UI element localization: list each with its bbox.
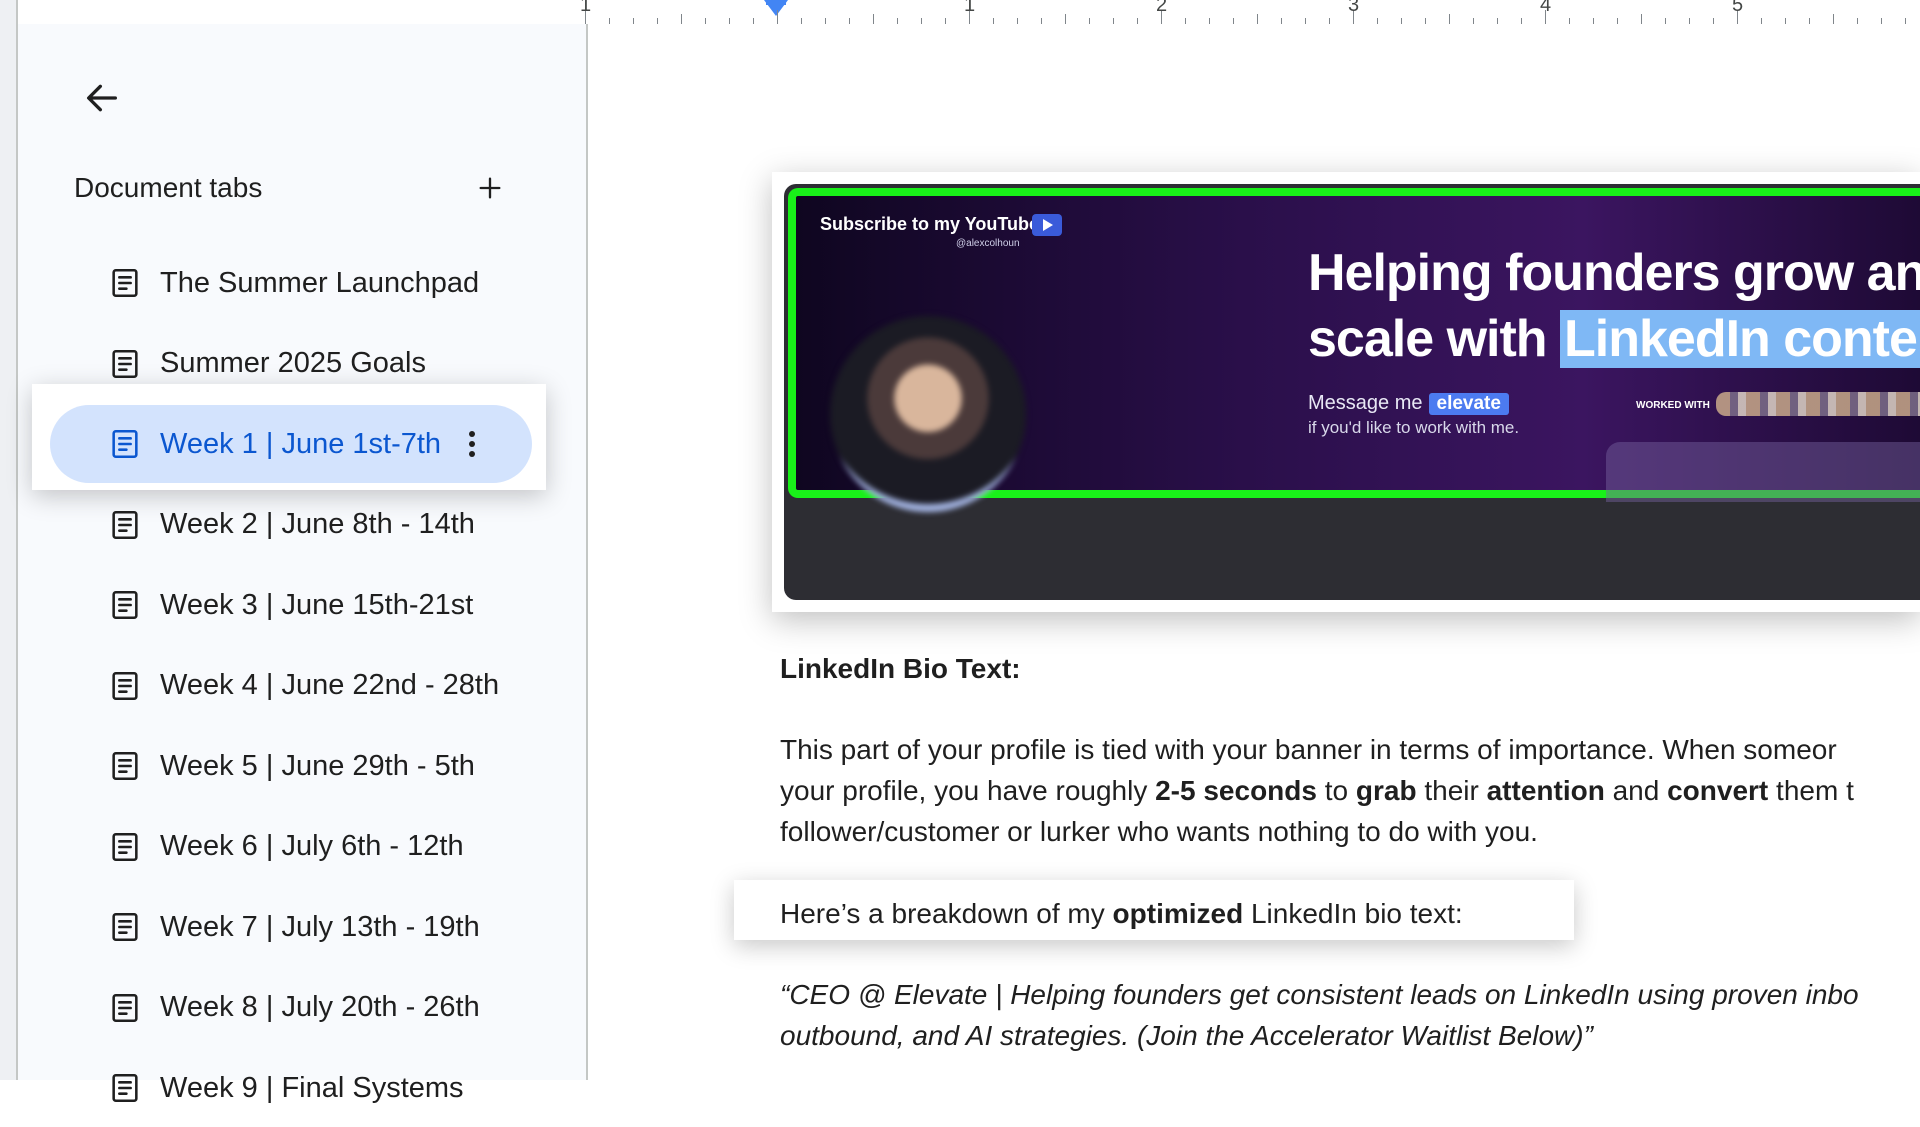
- tab-label: Week 6 | July 6th - 12th: [160, 830, 464, 862]
- tab-label: Summer 2025 Goals: [160, 347, 426, 379]
- document-icon: [112, 751, 138, 781]
- text-run-bold: optimized: [1112, 898, 1244, 929]
- ruler-tick: [681, 14, 682, 24]
- window-edge: [0, 0, 18, 1080]
- section-heading[interactable]: LinkedIn Bio Text:: [780, 648, 1021, 689]
- banner-subscribe-text: Subscribe to my YouTube: [820, 214, 1040, 234]
- tab-item-4[interactable]: Week 2 | June 8th - 14th: [50, 486, 538, 564]
- tab-label: Week 5 | June 29th - 5th: [160, 749, 475, 782]
- document-icon: [112, 671, 138, 700]
- tab-item-1[interactable]: The Summer Launchpad: [50, 244, 538, 322]
- banner-headline-line2-a: scale with: [1308, 310, 1560, 368]
- banner-image-frame[interactable]: Subscribe to my YouTube @alexcolhoun Hel…: [772, 172, 1920, 612]
- banner-message: Message me elevate: [1308, 392, 1509, 415]
- linkedin-banner-image: Subscribe to my YouTube @alexcolhoun Hel…: [784, 184, 1920, 600]
- text-run-bold: 2-5 seconds: [1155, 775, 1317, 806]
- horizontal-ruler[interactable]: 1 1 2 3 4 5: [580, 0, 1920, 25]
- tab-item-3[interactable]: Week 1 | June 1st-7th: [50, 405, 532, 483]
- text-run: Here’s a breakdown of my: [780, 898, 1113, 929]
- indent-marker[interactable]: [764, 0, 788, 16]
- plus-icon: [479, 177, 501, 199]
- ruler-number: 4: [1540, 0, 1552, 16]
- document-icon: [112, 590, 138, 620]
- client-avatars-strip: [1716, 392, 1920, 416]
- banner-headline-highlight: LinkedIn conte: [1560, 310, 1920, 368]
- document-icon: [112, 429, 138, 459]
- tab-label: The Summer Launchpad: [160, 266, 480, 299]
- elevate-logo: elevate: [1428, 393, 1509, 415]
- tab-item-6[interactable]: Week 4 | June 22nd - 28th: [50, 647, 538, 725]
- banner-worked-with: WORKED WITH: [1636, 400, 1710, 411]
- ruler-number: 3: [1348, 0, 1360, 16]
- tab-item-7[interactable]: Week 5 | June 29th - 5th: [50, 727, 538, 805]
- text-run: their: [1416, 775, 1487, 806]
- ruler-number: 1: [580, 0, 592, 16]
- tab-label: Week 7 | July 13th - 19th: [160, 910, 480, 943]
- text-run: LinkedIn bio text:: [1243, 898, 1463, 929]
- text-run-bold: grab: [1355, 775, 1417, 806]
- back-button[interactable]: [66, 62, 138, 134]
- ruler-number: 1: [964, 0, 976, 16]
- profile-avatar: [830, 316, 1026, 512]
- banner-handle: @alexcolhoun: [956, 238, 1020, 249]
- tab-label: Week 4 | June 22nd - 28th: [160, 669, 500, 701]
- partner-logos-panel: [1606, 442, 1920, 502]
- youtube-icon: [1032, 214, 1062, 236]
- tab-label: Week 3 | June 15th-21st: [160, 588, 474, 621]
- document-tabs-sidebar: Document tabs The Summer Launchpad Summer…: [18, 24, 588, 1104]
- ruler-tick: [1641, 14, 1642, 24]
- document-icon: [112, 268, 138, 298]
- ruler-tick: [1257, 14, 1258, 24]
- document-tabs-title: Document tabs: [74, 172, 263, 203]
- add-tab-button[interactable]: [466, 164, 514, 212]
- tab-item-8[interactable]: Week 6 | July 6th - 12th: [50, 808, 538, 886]
- ruler-tick: [873, 14, 874, 24]
- document-icon: [112, 349, 138, 378]
- tab-item-2[interactable]: Summer 2025 Goals: [50, 325, 538, 403]
- ruler-tick: [1065, 14, 1066, 24]
- document-icon: [112, 832, 138, 861]
- paragraph-line-2[interactable]: your profile, you have roughly 2-5 secon…: [780, 770, 1854, 811]
- arrow-left-icon: [87, 84, 118, 112]
- text-run: to: [1316, 775, 1356, 806]
- tab-item-9[interactable]: Week 7 | July 13th - 19th: [50, 888, 538, 966]
- document-tabs-header: Document tabs: [74, 164, 514, 212]
- banner-headline-line2: scale with LinkedIn conte: [1308, 306, 1920, 372]
- document-icon: [112, 912, 138, 942]
- tab-label: Week 1 | June 1st-7th: [160, 427, 442, 460]
- breakdown-line[interactable]: Here’s a breakdown of my optimized Linke…: [780, 893, 1463, 934]
- document-icon: [112, 993, 138, 1022]
- quote-line-2[interactable]: outbound, and AI strategies. (Join the A…: [780, 1015, 1593, 1056]
- ruler-tick: [1449, 14, 1450, 24]
- banner-message-text: Message me: [1308, 392, 1423, 414]
- tab-label: Week 8 | July 20th - 26th: [160, 991, 480, 1023]
- ruler-tick: [1833, 14, 1834, 24]
- ruler-number: 5: [1732, 0, 1744, 16]
- paragraph-line-1[interactable]: This part of your profile is tied with y…: [780, 729, 1837, 770]
- tab-label: Week 9 | Final Systems: [160, 1071, 464, 1104]
- document-page[interactable]: Subscribe to my YouTube @alexcolhoun Hel…: [588, 24, 1920, 1080]
- text-run-bold: convert: [1667, 775, 1769, 806]
- text-run-bold: attention: [1486, 775, 1605, 806]
- text-run: them t: [1768, 775, 1854, 806]
- banner-message-sub: if you'd like to work with me.: [1308, 418, 1520, 437]
- ruler-number: 2: [1156, 0, 1168, 16]
- text-run: your profile, you have roughly: [780, 775, 1156, 806]
- document-icon: [112, 510, 138, 539]
- quote-line-1[interactable]: “CEO @ Elevate | Helping founders get co…: [780, 974, 1859, 1015]
- banner-headline-line1: Helping founders grow an: [1308, 244, 1920, 302]
- ruler-tick: [777, 10, 778, 24]
- document-icon: [112, 1073, 138, 1103]
- tab-label: Week 2 | June 8th - 14th: [160, 508, 475, 540]
- tab-item-11[interactable]: Week 9 | Final Systems: [50, 1049, 538, 1127]
- paragraph-line-3[interactable]: follower/customer or lurker who wants no…: [780, 811, 1538, 852]
- more-vert-icon: [469, 429, 475, 459]
- tab-item-5[interactable]: Week 3 | June 15th-21st: [50, 566, 538, 644]
- banner-headline: Helping founders grow an scale with Link…: [1308, 240, 1920, 372]
- tab-item-10[interactable]: Week 8 | July 20th - 26th: [50, 969, 538, 1047]
- tab-options-button[interactable]: [450, 422, 494, 466]
- text-run: and: [1604, 775, 1668, 806]
